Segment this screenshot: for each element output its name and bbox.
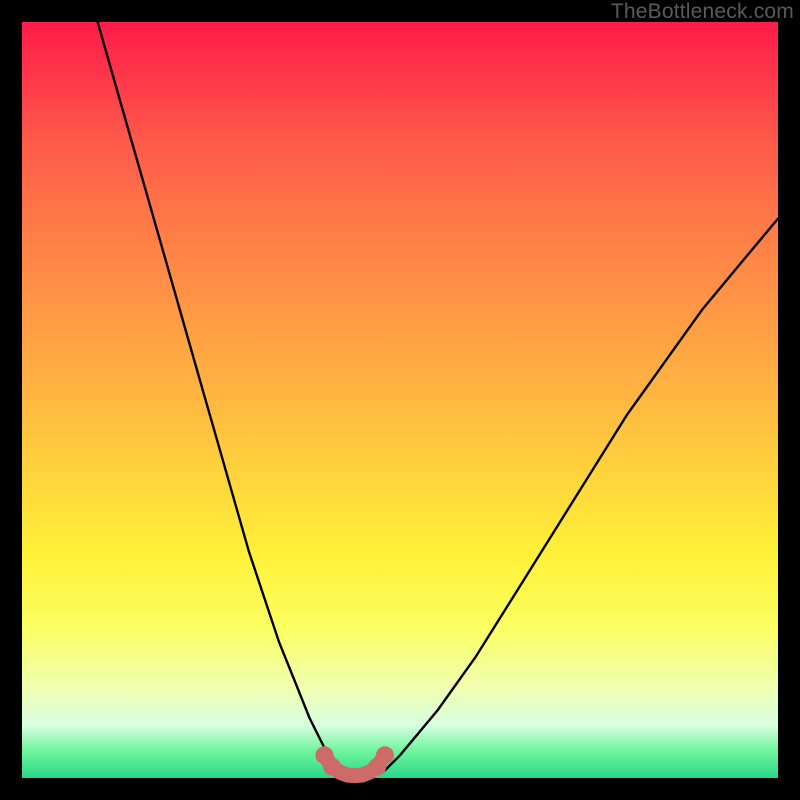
- valley-marker-dot: [323, 758, 341, 776]
- watermark-text: TheBottleneck.com: [611, 0, 794, 24]
- bottleneck-curve: [98, 22, 778, 778]
- chart-frame: TheBottleneck.com: [0, 0, 800, 800]
- valley-marker-dot: [376, 746, 394, 764]
- chart-plot-area: [22, 22, 778, 778]
- chart-svg: [22, 22, 778, 778]
